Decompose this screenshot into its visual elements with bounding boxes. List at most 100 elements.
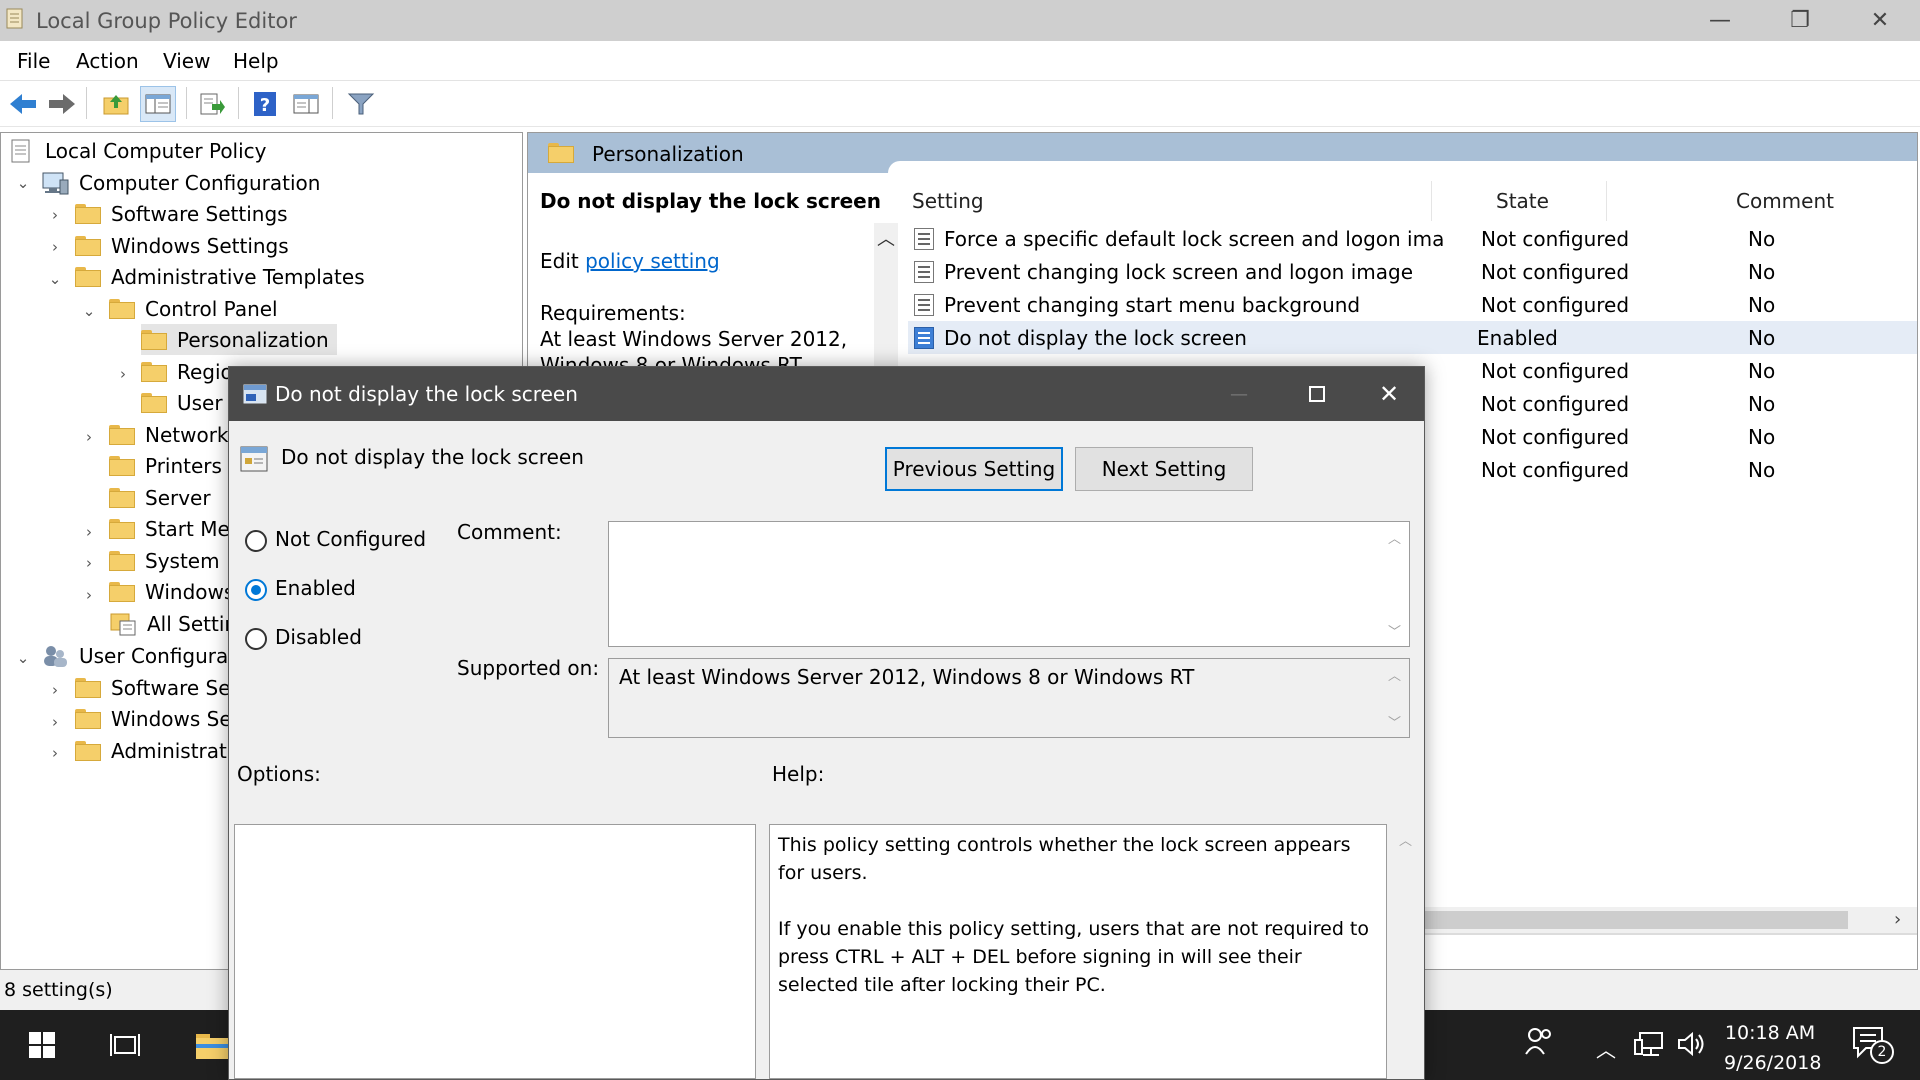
folder-icon xyxy=(141,329,167,350)
table-row[interactable]: Prevent changing lock screen and logon i… xyxy=(908,255,1917,288)
folder-icon xyxy=(109,455,135,476)
up-one-level-button[interactable] xyxy=(98,86,134,122)
show-hidden-icons-button[interactable]: ︿ xyxy=(1596,1034,1616,1063)
options-panel[interactable] xyxy=(234,824,756,1079)
dialog-minimize-button[interactable]: — xyxy=(1207,367,1271,421)
minimize-button[interactable]: — xyxy=(1680,0,1760,41)
chevron-right-icon[interactable]: › xyxy=(81,554,97,572)
tree-label: Network xyxy=(145,422,229,447)
requirements-text: At least Windows Server 2012, xyxy=(540,327,848,351)
action-center-button[interactable]: 2 xyxy=(1840,1024,1900,1068)
table-row[interactable]: Prevent changing start menu background N… xyxy=(908,288,1917,321)
volume-button[interactable] xyxy=(1676,1030,1706,1063)
tree-node-server[interactable]: Server xyxy=(109,482,211,513)
tree-node-user-configuration[interactable]: User Configurati xyxy=(41,640,242,671)
tree-node-printers[interactable]: Printers xyxy=(109,450,222,481)
toolbar: ? xyxy=(0,81,1920,127)
back-button[interactable] xyxy=(5,86,41,122)
chevron-down-icon[interactable]: ⌄ xyxy=(15,649,31,667)
chevron-down-icon[interactable]: ⌄ xyxy=(15,174,31,192)
tree-node-control-panel[interactable]: Control Panel xyxy=(109,293,278,324)
dialog-title-bar[interactable]: Do not display the lock screen — ✕ xyxy=(229,367,1424,421)
tree-node-user-software-settings[interactable]: Software Set xyxy=(75,672,238,703)
tree-node-software-settings[interactable]: Software Settings xyxy=(75,198,288,229)
dialog-maximize-button[interactable] xyxy=(1285,367,1349,421)
tree-node-system[interactable]: System xyxy=(109,545,220,576)
tree-node-all-settings[interactable]: All Settin xyxy=(109,608,237,639)
scroll-up-icon[interactable]: ︿ xyxy=(1388,665,1401,684)
task-view-button[interactable] xyxy=(90,1010,160,1080)
dialog-close-button[interactable]: ✕ xyxy=(1357,367,1421,421)
close-button[interactable]: ✕ xyxy=(1840,0,1920,41)
header-curve xyxy=(888,161,1917,173)
clock[interactable]: 10:18 AM 9/26/2018 xyxy=(1724,1018,1821,1078)
tree-node-computer-configuration[interactable]: Computer Configuration xyxy=(41,167,320,198)
table-row[interactable]: Force a specific default lock screen and… xyxy=(908,222,1917,255)
scroll-up-icon[interactable]: ︿ xyxy=(877,225,895,251)
chevron-right-icon[interactable]: › xyxy=(81,586,97,604)
previous-setting-button[interactable]: Previous Setting xyxy=(885,447,1063,491)
not-configured-label[interactable]: Not Configured xyxy=(275,527,426,551)
tree-node-user-administrative-templates[interactable]: Administrativ xyxy=(75,735,244,766)
menu-help[interactable]: Help xyxy=(233,49,279,73)
tree-node-personalization[interactable]: Personalization xyxy=(141,324,337,355)
column-header-state[interactable]: State xyxy=(1496,189,1549,213)
filter-options-button[interactable] xyxy=(343,86,379,122)
row-state: Not configured xyxy=(1481,292,1630,317)
scroll-down-icon[interactable]: ﹀ xyxy=(1388,712,1401,731)
chevron-right-icon[interactable]: › xyxy=(47,713,63,731)
network-status-button[interactable] xyxy=(1634,1030,1666,1063)
next-setting-button[interactable]: Next Setting xyxy=(1075,447,1253,491)
tree-node-windows-settings[interactable]: Windows Settings xyxy=(75,230,289,261)
chevron-right-icon[interactable]: › xyxy=(115,365,131,383)
properties-view-button[interactable] xyxy=(288,86,324,122)
export-list-button[interactable] xyxy=(194,86,230,122)
scroll-up-icon[interactable]: ︿ xyxy=(1388,528,1401,547)
back-arrow-icon xyxy=(10,94,36,114)
disabled-label[interactable]: Disabled xyxy=(275,625,362,649)
tree-node-regional-options[interactable]: Regio xyxy=(141,356,233,387)
column-header-setting[interactable]: Setting xyxy=(912,189,984,213)
chevron-right-icon[interactable]: › xyxy=(47,238,63,256)
window-title-bar[interactable]: Local Group Policy Editor — ❐ ✕ xyxy=(0,0,1920,41)
chevron-down-icon[interactable]: ⌄ xyxy=(81,302,97,320)
tree-node-start-menu[interactable]: Start Mer xyxy=(109,513,238,544)
chevron-right-icon[interactable]: › xyxy=(81,428,97,446)
enabled-radio[interactable] xyxy=(245,579,267,601)
table-row-selected[interactable]: Do not display the lock screen Enabled N… xyxy=(908,321,1917,354)
help-scrollbar[interactable]: ︿ xyxy=(1391,824,1419,1079)
scroll-up-icon[interactable]: ︿ xyxy=(1399,830,1412,849)
row-state: Not configured xyxy=(1481,259,1630,284)
start-button[interactable] xyxy=(0,1010,84,1080)
chevron-right-icon[interactable]: › xyxy=(47,206,63,224)
tree-node-windows-components[interactable]: Windows xyxy=(109,576,234,607)
restore-button[interactable]: ❐ xyxy=(1760,0,1840,41)
chevron-down-icon[interactable]: ⌄ xyxy=(47,270,63,288)
windows-logo-icon xyxy=(29,1032,55,1058)
menu-file[interactable]: File xyxy=(17,49,50,73)
chevron-right-icon[interactable]: › xyxy=(81,523,97,541)
forward-button[interactable] xyxy=(44,86,80,122)
scroll-right-icon[interactable]: › xyxy=(1894,909,1901,930)
menu-view[interactable]: View xyxy=(163,49,210,73)
chevron-right-icon[interactable]: › xyxy=(47,681,63,699)
not-configured-radio[interactable] xyxy=(245,530,267,552)
menu-action[interactable]: Action xyxy=(76,49,139,73)
tree-node-administrative-templates[interactable]: Administrative Templates xyxy=(75,261,365,292)
chevron-right-icon[interactable]: › xyxy=(47,744,63,762)
disabled-radio[interactable] xyxy=(245,628,267,650)
tree-node-network[interactable]: Network xyxy=(109,419,229,450)
scroll-down-icon[interactable]: ﹀ xyxy=(1388,621,1401,640)
tree-label: Software Settings xyxy=(111,201,288,226)
help-button[interactable]: ? xyxy=(247,86,283,122)
column-header-comment[interactable]: Comment xyxy=(1736,189,1834,213)
enabled-label[interactable]: Enabled xyxy=(275,576,356,600)
tree-node-user-windows-settings[interactable]: Windows Se xyxy=(75,703,232,734)
tree-node-local-computer-policy[interactable]: Local Computer Policy xyxy=(9,135,267,166)
comment-textarea[interactable]: ︿ ﹀ xyxy=(608,521,1410,647)
show-hide-console-tree-button[interactable] xyxy=(140,86,176,122)
policy-setting-link[interactable]: policy setting xyxy=(585,249,720,273)
tree-label: Windows Se xyxy=(111,706,232,731)
help-panel[interactable]: This policy setting controls whether the… xyxy=(769,824,1387,1079)
people-button[interactable] xyxy=(1524,1026,1554,1063)
